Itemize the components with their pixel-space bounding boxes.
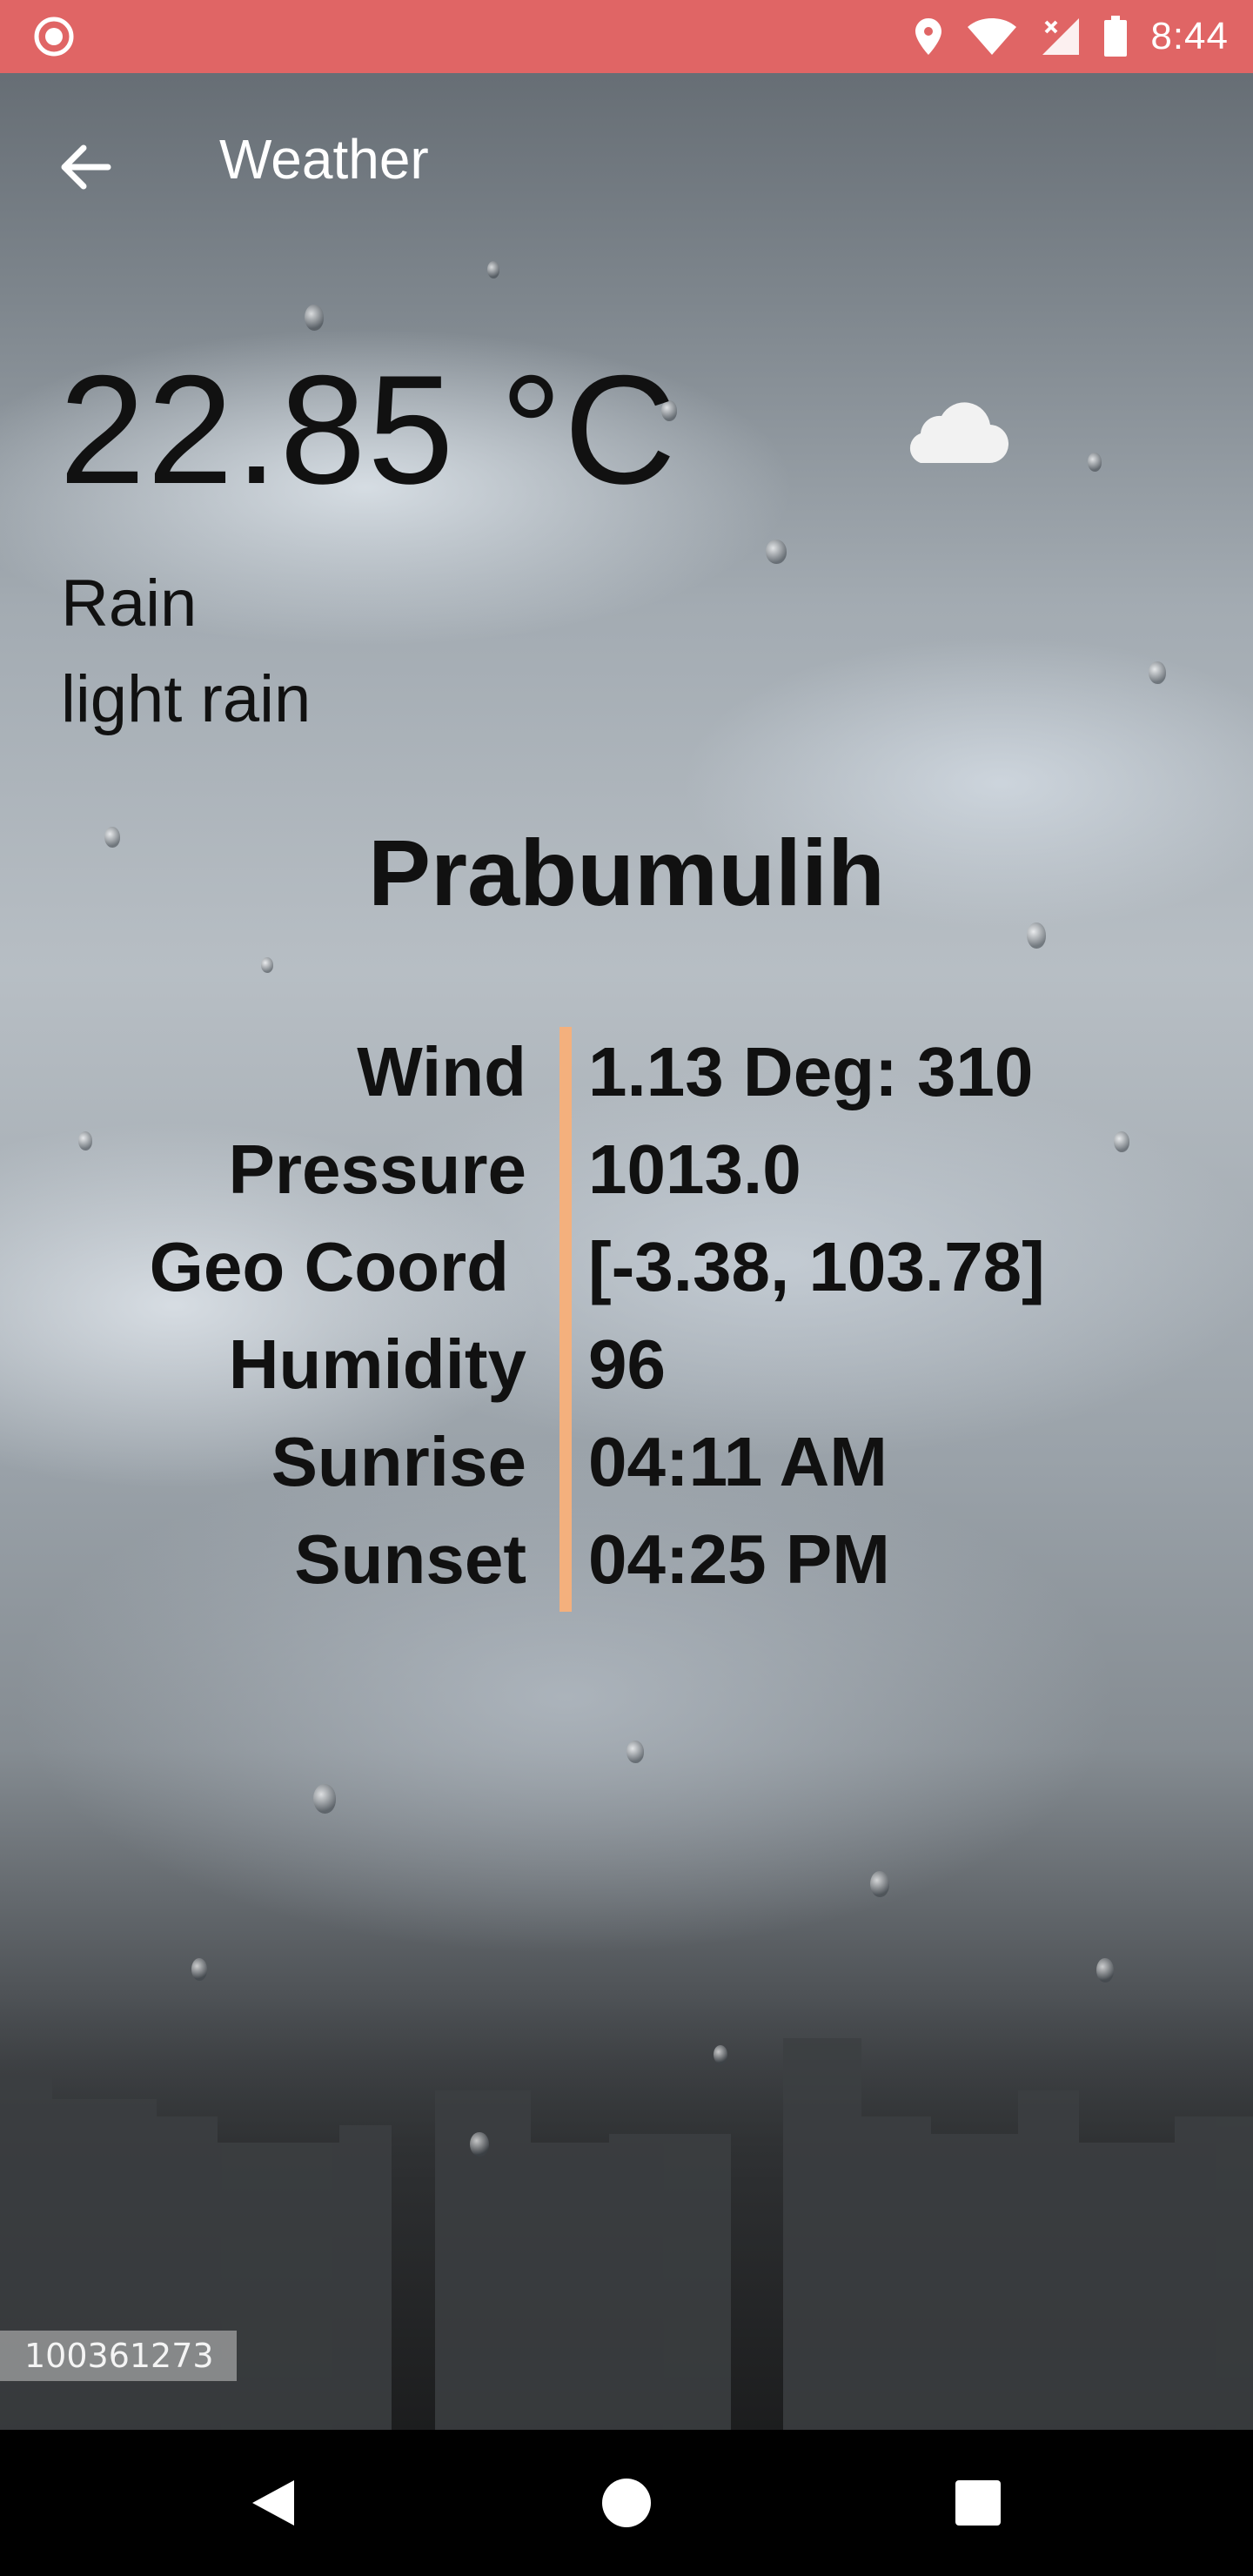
- detail-label: Geo Coord: [149, 1228, 509, 1305]
- detail-value: 04:25 PM: [588, 1520, 890, 1598]
- nav-back-button[interactable]: [230, 2459, 317, 2546]
- signal-off-icon: [1042, 18, 1080, 55]
- cloud-icon: [909, 402, 1009, 464]
- detail-value: [-3.38, 103.78]: [588, 1228, 1045, 1305]
- arrow-back-icon: [61, 144, 111, 190]
- detail-label: Humidity: [228, 1325, 526, 1403]
- detail-label: Sunset: [294, 1520, 526, 1598]
- record-icon: [34, 17, 74, 57]
- weather-condition: Rain: [61, 567, 198, 641]
- detail-row-wind: Wind 1.13 Deg: 310: [0, 1032, 1253, 1130]
- navigation-bar: [0, 2430, 1253, 2576]
- detail-label: Wind: [357, 1033, 526, 1110]
- detail-row-geo-coord: Geo Coord [-3.38, 103.78]: [0, 1227, 1253, 1325]
- page-title: Weather: [219, 128, 429, 191]
- home-circle-icon: [602, 2479, 651, 2527]
- detail-row-pressure: Pressure 1013.0: [0, 1130, 1253, 1227]
- detail-row-sunrise: Sunrise 04:11 AM: [0, 1422, 1253, 1519]
- city-name: Prabumulih: [367, 820, 886, 925]
- detail-value: 1013.0: [588, 1130, 801, 1208]
- app-toolbar: Weather: [0, 73, 1253, 244]
- image-id-tag: 100361273: [0, 2331, 237, 2381]
- status-bar: 8:44: [0, 0, 1253, 73]
- weather-description: light rain: [61, 662, 312, 736]
- detail-row-sunset: Sunset 04:25 PM: [0, 1519, 1253, 1617]
- recents-square-icon: [955, 2480, 1001, 2526]
- back-button[interactable]: [44, 125, 127, 209]
- weather-screen: 8:44 Weather 22.85 °C Rain light rain Pr…: [0, 0, 1253, 2576]
- nav-home-button[interactable]: [583, 2459, 670, 2546]
- wifi-icon: [968, 18, 1017, 55]
- nav-recents-button[interactable]: [935, 2459, 1022, 2546]
- temperature-value: 22.85 °C: [59, 343, 678, 516]
- detail-label: Sunrise: [271, 1423, 526, 1500]
- detail-value: 1.13 Deg: 310: [588, 1033, 1034, 1110]
- detail-value: 96: [588, 1325, 666, 1403]
- status-time: 8:44: [1150, 15, 1229, 57]
- detail-value: 04:11 AM: [588, 1423, 888, 1500]
- back-triangle-icon: [252, 2480, 294, 2526]
- detail-label: Pressure: [228, 1130, 526, 1208]
- battery-icon: [1104, 16, 1128, 57]
- detail-row-humidity: Humidity 96: [0, 1325, 1253, 1422]
- location-icon: [915, 18, 942, 55]
- status-icons: 8:44: [914, 0, 1229, 73]
